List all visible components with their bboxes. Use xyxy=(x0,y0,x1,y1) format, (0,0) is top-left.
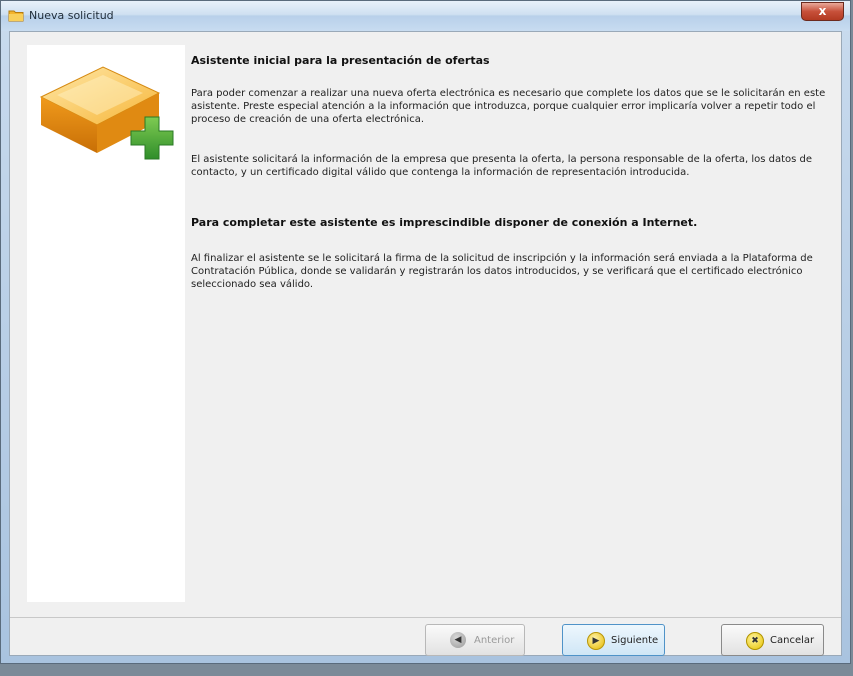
window-title: Nueva solicitud xyxy=(29,9,114,22)
wizard-heading: Asistente inicial para la presentación d… xyxy=(191,54,490,67)
folder-icon xyxy=(8,10,24,22)
button-bar: ◀ Anterior ▶ Siguiente ✖ Cancelar xyxy=(10,617,841,656)
intro-paragraph: Para poder comenzar a realizar una nueva… xyxy=(191,88,826,125)
title-bar[interactable]: Nueva solicitud x xyxy=(1,1,850,31)
cross-icon: ✖ xyxy=(746,632,764,650)
info-paragraph: El asistente solicitará la información d… xyxy=(191,154,813,178)
arrow-left-icon: ◀ xyxy=(450,632,466,648)
arrow-right-icon: ▶ xyxy=(587,632,605,650)
wizard-image-panel xyxy=(27,45,185,602)
signature-paragraph: Al finalizar el asistente se le solicita… xyxy=(191,253,813,290)
previous-button[interactable]: ◀ Anterior xyxy=(425,624,525,656)
cancel-label: Cancelar xyxy=(770,635,815,646)
close-button[interactable]: x xyxy=(801,2,844,21)
next-button[interactable]: ▶ Siguiente xyxy=(562,624,665,656)
close-icon: x xyxy=(818,4,827,18)
package-add-icon xyxy=(39,66,174,160)
previous-label: Anterior xyxy=(474,635,515,646)
wizard-window: Nueva solicitud x Asistente inicial para… xyxy=(0,0,851,664)
next-label: Siguiente xyxy=(611,635,659,646)
wizard-body: Asistente inicial para la presentación d… xyxy=(9,31,842,656)
internet-requirement: Para completar este asistente es impresc… xyxy=(191,216,698,229)
cancel-button[interactable]: ✖ Cancelar xyxy=(721,624,824,656)
wizard-content: Asistente inicial para la presentación d… xyxy=(191,45,837,602)
